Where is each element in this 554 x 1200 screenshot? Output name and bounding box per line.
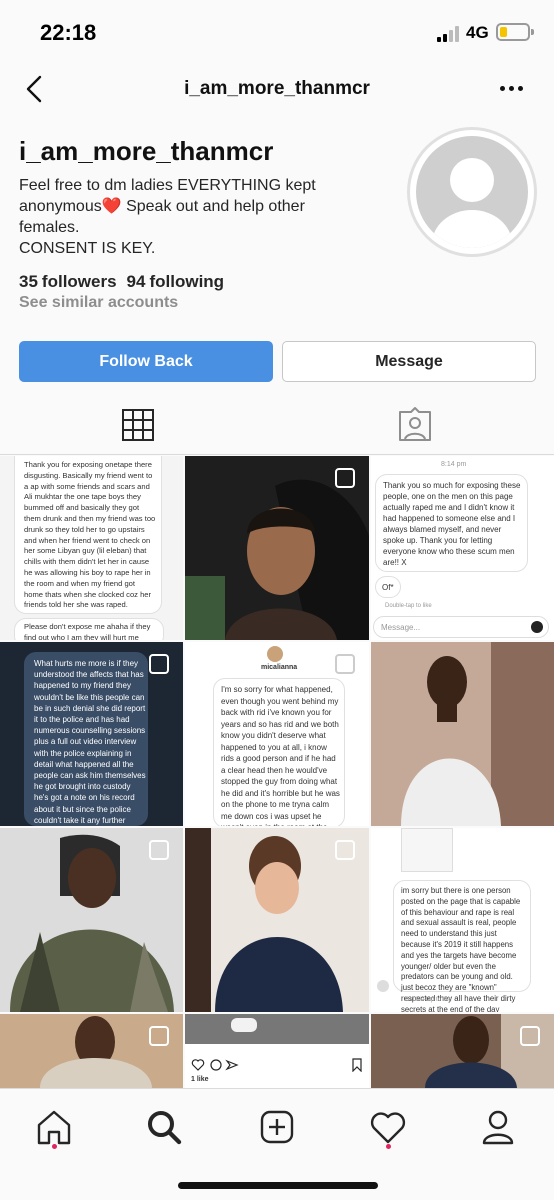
- add-post-icon[interactable]: [253, 1103, 301, 1151]
- following-count[interactable]: 94: [127, 272, 146, 291]
- posts-grid: Thank you for exposing onetape there dis…: [0, 456, 554, 1088]
- double-tap-hint: Double-tap to like: [385, 603, 432, 609]
- notification-dot: [52, 1144, 57, 1149]
- post-thumbnail[interactable]: [371, 642, 554, 826]
- bio-text: Speak out and help other: [121, 198, 305, 215]
- see-similar-accounts-link[interactable]: See similar accounts: [19, 294, 178, 312]
- post-text: im sorry but there is one person posted …: [401, 886, 521, 1012]
- message-time: 8:14 pm: [441, 461, 467, 468]
- select-checkbox[interactable]: [335, 840, 355, 860]
- search-icon[interactable]: [140, 1103, 188, 1151]
- post-text: Thank you for exposing onetape there dis…: [24, 460, 156, 610]
- network-label: 4G: [466, 23, 489, 42]
- default-avatar-icon: [416, 136, 528, 248]
- post-text: I'm so sorry for what happened, even tho…: [221, 685, 340, 826]
- status-bar: 22:18 4G: [0, 0, 554, 64]
- post-thumbnail[interactable]: 8:14 pm Thank you so much for exposing t…: [371, 456, 554, 640]
- post-text: What hurts me more is if they understood…: [34, 659, 146, 825]
- followers-count[interactable]: 35: [19, 272, 38, 291]
- bio-line: CONSENT IS KEY.: [19, 240, 156, 257]
- notification-dot: [386, 1144, 391, 1149]
- home-indicator: [178, 1182, 378, 1189]
- bio-line: anonymous❤️ Speak out and help other: [19, 196, 359, 217]
- post-text: Thank you so much for exposing these peo…: [383, 481, 521, 567]
- post-thumbnail[interactable]: 1 like: [185, 1014, 369, 1088]
- select-checkbox[interactable]: [149, 654, 169, 674]
- message-placeholder: Message...: [381, 623, 421, 632]
- plus-icon: [531, 621, 543, 633]
- select-checkbox[interactable]: [149, 840, 169, 860]
- avatar: [377, 980, 389, 992]
- grid-icon[interactable]: [108, 395, 168, 455]
- post-photo: [231, 1018, 257, 1032]
- battery-icon: [496, 23, 534, 41]
- embedded-screenshot: [401, 828, 453, 872]
- post-actions-icon: [191, 1059, 239, 1071]
- post-text: Please don't expose me ahaha if they fin…: [24, 622, 151, 640]
- avatar[interactable]: [407, 127, 537, 257]
- more-horizontal-icon[interactable]: [498, 84, 526, 94]
- follow-back-button[interactable]: Follow Back: [19, 341, 273, 382]
- post-text: Of*: [382, 583, 394, 592]
- select-checkbox[interactable]: [335, 468, 355, 488]
- bookmark-icon: [352, 1058, 362, 1072]
- post-thumbnail[interactable]: [371, 1014, 554, 1088]
- profile-name: i_am_more_thanmcr: [19, 136, 274, 166]
- avatar: [267, 646, 283, 662]
- post-thumbnail[interactable]: [185, 456, 369, 640]
- select-checkbox[interactable]: [520, 1026, 540, 1046]
- heart-emoji: ❤️: [101, 198, 122, 215]
- post-thumbnail[interactable]: [185, 828, 369, 1012]
- select-checkbox[interactable]: [149, 1026, 169, 1046]
- post-photo: [371, 642, 554, 826]
- profile-tabs: [0, 395, 554, 455]
- bio-line: Feel free to dm ladies EVERYTHING kept: [19, 177, 316, 194]
- post-thumbnail[interactable]: micalianna I'm so sorry for what happene…: [185, 642, 369, 826]
- post-thumbnail[interactable]: im sorry but there is one person posted …: [371, 828, 554, 1012]
- tagged-person-icon[interactable]: [385, 395, 445, 455]
- following-label[interactable]: following: [149, 272, 224, 291]
- followers-label[interactable]: followers: [42, 272, 117, 291]
- profile-icon[interactable]: [474, 1103, 522, 1151]
- double-tap-hint: Double-tap to like: [405, 997, 452, 1003]
- chat-username: micalianna: [261, 664, 298, 671]
- bio-line: females.: [19, 219, 80, 236]
- status-time: 22:18: [40, 20, 97, 45]
- signal-icon: [437, 26, 463, 42]
- message-button[interactable]: Message: [282, 341, 536, 382]
- post-thumbnail[interactable]: [0, 1014, 183, 1088]
- select-checkbox[interactable]: [335, 654, 355, 674]
- post-thumbnail[interactable]: Thank you for exposing onetape there dis…: [0, 456, 183, 640]
- profile-stats: 35 followers 94 following: [19, 272, 228, 292]
- post-thumbnail[interactable]: What hurts me more is if they understood…: [0, 642, 183, 826]
- battery-fill: [500, 27, 507, 37]
- post-photo: [185, 1014, 369, 1044]
- nav-header: i_am_more_thanmcr: [0, 64, 554, 114]
- post-thumbnail[interactable]: [0, 828, 183, 1012]
- profile-bio: Feel free to dm ladies EVERYTHING kept a…: [19, 175, 359, 259]
- likes-count: 1 like: [191, 1076, 209, 1083]
- header-username: i_am_more_thanmcr: [184, 78, 370, 99]
- bio-text: anonymous: [19, 198, 102, 215]
